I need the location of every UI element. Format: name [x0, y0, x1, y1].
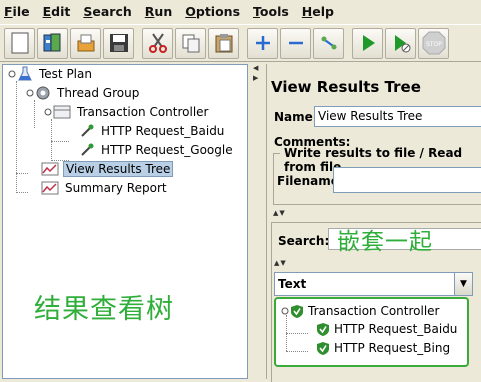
cut-icon — [148, 33, 167, 53]
menu-bar: File Edit Search Run Options Tools Help — [0, 0, 481, 22]
save-icon — [109, 34, 128, 52]
success-shield-icon — [291, 304, 303, 318]
controller-icon — [53, 105, 71, 119]
expand-icon — [255, 36, 270, 50]
pipette-icon — [81, 143, 94, 156]
toggle-icon — [320, 36, 337, 50]
flask-icon — [18, 66, 32, 81]
success-shield-icon — [317, 341, 329, 355]
stop-icon: STOP — [422, 31, 445, 55]
pane-splitter[interactable]: ◀ ▶ — [251, 64, 265, 379]
copy-button[interactable] — [175, 27, 206, 59]
search-label: Search: — [278, 234, 330, 248]
tree-label: Test Plan — [39, 67, 92, 81]
collapse-button[interactable] — [280, 27, 311, 59]
tree-label: HTTP Request_Google — [101, 143, 233, 157]
menu-tools[interactable]: Tools — [253, 4, 289, 19]
name-label: Name: — [274, 110, 318, 124]
menu-help[interactable]: Help — [302, 4, 334, 19]
result-label: HTTP Request_Bing — [334, 341, 451, 355]
splitter-right-arrow[interactable]: ▶ — [253, 74, 258, 82]
graph-icon — [41, 162, 59, 176]
chevron-down-icon[interactable]: ▼ — [454, 273, 472, 295]
annotation-left: 结果查看树 — [34, 294, 174, 325]
graph-icon — [41, 181, 59, 195]
splitter-left-arrow[interactable]: ◀ — [253, 64, 258, 72]
renderer-value: Text — [278, 277, 307, 291]
renderer-select[interactable]: Text ▼ — [274, 272, 473, 296]
new-icon — [11, 32, 28, 54]
tree-node-thread-group[interactable]: Thread Group — [25, 84, 141, 102]
cut-button[interactable] — [142, 27, 173, 59]
tree-toggle-icon — [26, 89, 34, 97]
sample-result-tree[interactable]: Transaction Controller HTTP Request_Baid… — [274, 297, 469, 367]
gear-icon — [36, 86, 50, 100]
name-field[interactable]: View Results Tree — [314, 106, 481, 127]
test-plan-tree[interactable]: Test Plan Thread Group Transaction Contr… — [2, 64, 248, 379]
result-node-request-bing[interactable]: HTTP Request_Bing — [316, 339, 450, 357]
result-label: Transaction Controller — [308, 304, 440, 318]
success-shield-icon — [317, 322, 329, 336]
menu-run[interactable]: Run — [145, 4, 172, 19]
write-results-group: Write results to file / Read from file F… — [273, 146, 481, 205]
tree-toggle-icon — [8, 70, 16, 78]
tree-node-summary-report[interactable]: Summary Report — [41, 179, 169, 197]
start-no-pause-icon — [394, 35, 410, 53]
tree-node-test-plan[interactable]: Test Plan — [7, 65, 94, 83]
menu-options[interactable]: Options — [185, 4, 240, 19]
expand-button[interactable] — [247, 27, 278, 59]
copy-icon — [182, 34, 199, 53]
stop-button[interactable]: STOP — [418, 27, 449, 59]
tree-label: Thread Group — [57, 86, 140, 100]
result-node-transaction-controller[interactable]: Transaction Controller — [280, 302, 440, 320]
start-no-pause-button[interactable] — [385, 27, 416, 59]
result-node-request-baidu[interactable]: HTTP Request_Baidu — [316, 320, 457, 338]
templates-button[interactable] — [37, 27, 68, 59]
collapse-icon — [288, 41, 303, 45]
paste-icon — [215, 34, 232, 53]
results-splitter[interactable]: ▲▼ — [274, 259, 298, 267]
annotation-right: 嵌套一起 — [337, 229, 433, 255]
save-button[interactable] — [103, 27, 134, 59]
tree-toggle-icon — [281, 307, 289, 315]
templates-icon — [43, 33, 60, 52]
toggle-button[interactable] — [313, 27, 344, 59]
paste-button[interactable] — [208, 27, 239, 59]
menu-file[interactable]: File — [4, 4, 30, 19]
open-icon — [77, 34, 94, 52]
filename-field[interactable] — [333, 167, 481, 193]
tree-label: Summary Report — [65, 181, 167, 195]
tree-label: View Results Tree — [63, 161, 174, 177]
tree-node-request-baidu[interactable]: HTTP Request_Baidu — [79, 122, 226, 140]
tree-node-view-results-tree[interactable]: View Results Tree — [41, 160, 174, 178]
open-button[interactable] — [70, 27, 101, 59]
svg-text:STOP: STOP — [426, 41, 442, 48]
new-button[interactable] — [4, 27, 35, 59]
filename-label: Filename — [277, 174, 339, 188]
section-splitter[interactable]: ▲▼ — [273, 209, 297, 217]
toolbar: STOP — [0, 24, 481, 62]
tree-node-transaction-controller[interactable]: Transaction Controller — [43, 103, 211, 121]
tree-label: Transaction Controller — [77, 105, 209, 119]
result-label: HTTP Request_Baidu — [334, 322, 458, 336]
pipette-icon — [81, 124, 94, 137]
menu-search[interactable]: Search — [83, 4, 131, 19]
panel-title: View Results Tree — [271, 78, 421, 96]
start-icon — [362, 35, 375, 51]
start-button[interactable] — [352, 27, 383, 59]
tree-toggle-icon — [44, 108, 52, 116]
tree-label: HTTP Request_Baidu — [101, 124, 225, 138]
menu-edit[interactable]: Edit — [43, 4, 71, 19]
tree-node-request-google[interactable]: HTTP Request_Google — [79, 141, 235, 159]
